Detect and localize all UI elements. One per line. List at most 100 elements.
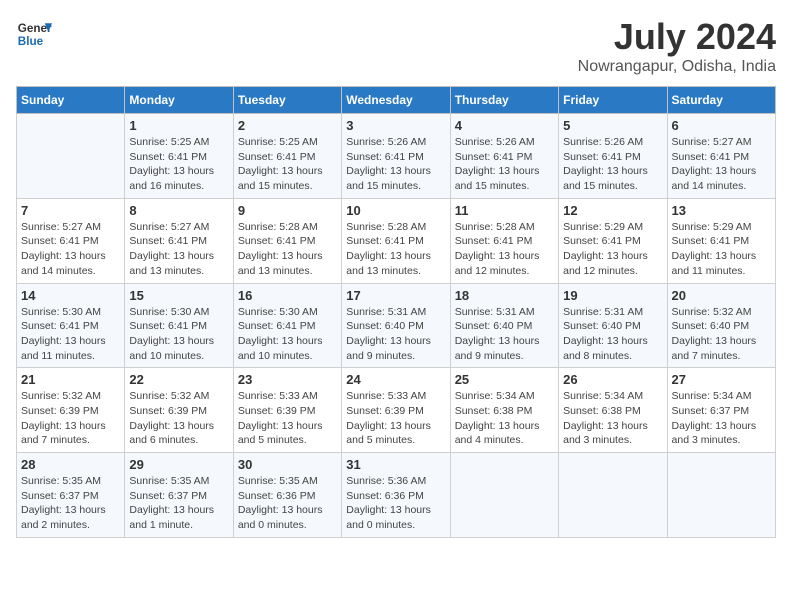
- day-info: Sunrise: 5:31 AM Sunset: 6:40 PM Dayligh…: [346, 305, 445, 364]
- calendar-cell: 28 Sunrise: 5:35 AM Sunset: 6:37 PM Dayli…: [17, 453, 125, 538]
- day-info: Sunrise: 5:34 AM Sunset: 6:38 PM Dayligh…: [455, 389, 554, 448]
- day-number: 12: [563, 203, 662, 218]
- day-number: 7: [21, 203, 120, 218]
- day-number: 21: [21, 372, 120, 387]
- day-number: 3: [346, 118, 445, 133]
- main-title: July 2024: [578, 16, 776, 58]
- svg-text:Blue: Blue: [18, 35, 44, 48]
- day-number: 11: [455, 203, 554, 218]
- day-info: Sunrise: 5:36 AM Sunset: 6:36 PM Dayligh…: [346, 474, 445, 533]
- calendar-week-row: 7 Sunrise: 5:27 AM Sunset: 6:41 PM Daylig…: [17, 198, 776, 283]
- day-number: 19: [563, 288, 662, 303]
- day-info: Sunrise: 5:26 AM Sunset: 6:41 PM Dayligh…: [563, 135, 662, 194]
- calendar-cell: 30 Sunrise: 5:35 AM Sunset: 6:36 PM Dayli…: [233, 453, 341, 538]
- calendar-body: 1Sunrise: 5:25 AM Sunset: 6:41 PM Daylig…: [17, 114, 776, 538]
- calendar-header-cell: Wednesday: [342, 87, 450, 114]
- calendar-header-cell: Saturday: [667, 87, 775, 114]
- day-info: Sunrise: 5:26 AM Sunset: 6:41 PM Dayligh…: [346, 135, 445, 194]
- calendar-cell: 23 Sunrise: 5:33 AM Sunset: 6:39 PM Dayli…: [233, 368, 341, 453]
- day-info: Sunrise: 5:34 AM Sunset: 6:38 PM Dayligh…: [563, 389, 662, 448]
- calendar-cell: 26Sunrise: 5:34 AM Sunset: 6:38 PM Dayli…: [559, 368, 667, 453]
- day-info: Sunrise: 5:33 AM Sunset: 6:39 PM Dayligh…: [238, 389, 337, 448]
- day-number: 8: [129, 203, 228, 218]
- calendar-cell: 10 Sunrise: 5:28 AM Sunset: 6:41 PM Dayli…: [342, 198, 450, 283]
- day-info: Sunrise: 5:29 AM Sunset: 6:41 PM Dayligh…: [563, 220, 662, 279]
- day-number: 4: [455, 118, 554, 133]
- calendar-cell: 8 Sunrise: 5:27 AM Sunset: 6:41 PM Daylig…: [125, 198, 233, 283]
- calendar-week-row: 1Sunrise: 5:25 AM Sunset: 6:41 PM Daylig…: [17, 114, 776, 199]
- day-number: 23: [238, 372, 337, 387]
- subtitle: Nowrangapur, Odisha, India: [578, 58, 776, 76]
- day-info: Sunrise: 5:31 AM Sunset: 6:40 PM Dayligh…: [455, 305, 554, 364]
- day-number: 28: [21, 457, 120, 472]
- calendar-cell: 5 Sunrise: 5:26 AM Sunset: 6:41 PM Daylig…: [559, 114, 667, 199]
- day-number: 16: [238, 288, 337, 303]
- day-info: Sunrise: 5:28 AM Sunset: 6:41 PM Dayligh…: [238, 220, 337, 279]
- calendar-cell: 31 Sunrise: 5:36 AM Sunset: 6:36 PM Dayli…: [342, 453, 450, 538]
- calendar-week-row: 14 Sunrise: 5:30 AM Sunset: 6:41 PM Dayli…: [17, 283, 776, 368]
- day-info: Sunrise: 5:27 AM Sunset: 6:41 PM Dayligh…: [129, 220, 228, 279]
- day-info: Sunrise: 5:25 AM Sunset: 6:41 PM Dayligh…: [238, 135, 337, 194]
- day-number: 31: [346, 457, 445, 472]
- title-section: July 2024 Nowrangapur, Odisha, India: [578, 16, 776, 76]
- calendar-cell: 4 Sunrise: 5:26 AM Sunset: 6:41 PM Daylig…: [450, 114, 558, 199]
- day-info: Sunrise: 5:33 AM Sunset: 6:39 PM Dayligh…: [346, 389, 445, 448]
- day-number: 30: [238, 457, 337, 472]
- calendar-cell: 19Sunrise: 5:31 AM Sunset: 6:40 PM Dayli…: [559, 283, 667, 368]
- day-number: 17: [346, 288, 445, 303]
- calendar-cell: [17, 114, 125, 199]
- calendar-cell: 12 Sunrise: 5:29 AM Sunset: 6:41 PM Dayli…: [559, 198, 667, 283]
- calendar-cell: 6 Sunrise: 5:27 AM Sunset: 6:41 PM Daylig…: [667, 114, 775, 199]
- calendar-cell: 2 Sunrise: 5:25 AM Sunset: 6:41 PM Daylig…: [233, 114, 341, 199]
- calendar-cell: 13Sunrise: 5:29 AM Sunset: 6:41 PM Dayli…: [667, 198, 775, 283]
- day-number: 15: [129, 288, 228, 303]
- calendar-cell: 24 Sunrise: 5:33 AM Sunset: 6:39 PM Dayli…: [342, 368, 450, 453]
- day-info: Sunrise: 5:30 AM Sunset: 6:41 PM Dayligh…: [129, 305, 228, 364]
- day-info: Sunrise: 5:26 AM Sunset: 6:41 PM Dayligh…: [455, 135, 554, 194]
- day-number: 18: [455, 288, 554, 303]
- day-number: 10: [346, 203, 445, 218]
- calendar-cell: 16 Sunrise: 5:30 AM Sunset: 6:41 PM Dayli…: [233, 283, 341, 368]
- calendar-header-cell: Tuesday: [233, 87, 341, 114]
- calendar-cell: 15 Sunrise: 5:30 AM Sunset: 6:41 PM Dayli…: [125, 283, 233, 368]
- logo: General Blue: [16, 16, 52, 52]
- calendar-cell: [450, 453, 558, 538]
- calendar-header-cell: Monday: [125, 87, 233, 114]
- day-info: Sunrise: 5:32 AM Sunset: 6:39 PM Dayligh…: [21, 389, 120, 448]
- day-info: Sunrise: 5:28 AM Sunset: 6:41 PM Dayligh…: [455, 220, 554, 279]
- calendar-cell: 27 Sunrise: 5:34 AM Sunset: 6:37 PM Dayli…: [667, 368, 775, 453]
- day-number: 27: [672, 372, 771, 387]
- calendar-cell: 1Sunrise: 5:25 AM Sunset: 6:41 PM Daylig…: [125, 114, 233, 199]
- calendar-week-row: 21 Sunrise: 5:32 AM Sunset: 6:39 PM Dayli…: [17, 368, 776, 453]
- day-number: 14: [21, 288, 120, 303]
- day-number: 29: [129, 457, 228, 472]
- calendar-cell: 17 Sunrise: 5:31 AM Sunset: 6:40 PM Dayli…: [342, 283, 450, 368]
- calendar-cell: [559, 453, 667, 538]
- calendar-table: SundayMondayTuesdayWednesdayThursdayFrid…: [16, 86, 776, 538]
- day-info: Sunrise: 5:25 AM Sunset: 6:41 PM Dayligh…: [129, 135, 228, 194]
- day-info: Sunrise: 5:30 AM Sunset: 6:41 PM Dayligh…: [238, 305, 337, 364]
- day-info: Sunrise: 5:32 AM Sunset: 6:40 PM Dayligh…: [672, 305, 771, 364]
- calendar-cell: 7 Sunrise: 5:27 AM Sunset: 6:41 PM Daylig…: [17, 198, 125, 283]
- day-info: Sunrise: 5:27 AM Sunset: 6:41 PM Dayligh…: [672, 135, 771, 194]
- day-number: 6: [672, 118, 771, 133]
- day-info: Sunrise: 5:35 AM Sunset: 6:37 PM Dayligh…: [21, 474, 120, 533]
- day-number: 20: [672, 288, 771, 303]
- calendar-week-row: 28 Sunrise: 5:35 AM Sunset: 6:37 PM Dayli…: [17, 453, 776, 538]
- day-info: Sunrise: 5:30 AM Sunset: 6:41 PM Dayligh…: [21, 305, 120, 364]
- calendar-cell: 9 Sunrise: 5:28 AM Sunset: 6:41 PM Daylig…: [233, 198, 341, 283]
- day-info: Sunrise: 5:27 AM Sunset: 6:41 PM Dayligh…: [21, 220, 120, 279]
- day-info: Sunrise: 5:28 AM Sunset: 6:41 PM Dayligh…: [346, 220, 445, 279]
- calendar-cell: 14 Sunrise: 5:30 AM Sunset: 6:41 PM Dayli…: [17, 283, 125, 368]
- day-info: Sunrise: 5:35 AM Sunset: 6:36 PM Dayligh…: [238, 474, 337, 533]
- day-info: Sunrise: 5:35 AM Sunset: 6:37 PM Dayligh…: [129, 474, 228, 533]
- day-number: 13: [672, 203, 771, 218]
- calendar-header-cell: Friday: [559, 87, 667, 114]
- day-info: Sunrise: 5:34 AM Sunset: 6:37 PM Dayligh…: [672, 389, 771, 448]
- day-number: 2: [238, 118, 337, 133]
- day-number: 24: [346, 372, 445, 387]
- day-number: 5: [563, 118, 662, 133]
- calendar-cell: 20 Sunrise: 5:32 AM Sunset: 6:40 PM Dayli…: [667, 283, 775, 368]
- calendar-cell: 11 Sunrise: 5:28 AM Sunset: 6:41 PM Dayli…: [450, 198, 558, 283]
- day-number: 9: [238, 203, 337, 218]
